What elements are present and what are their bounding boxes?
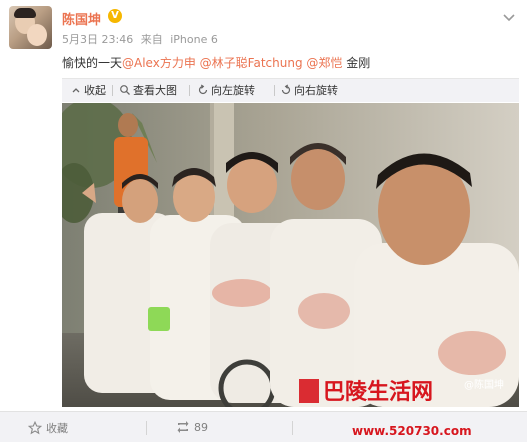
photo-illustration: @陈国坤 巴陵生活网 [62,103,519,407]
post-source[interactable]: iPhone 6 [170,33,218,46]
post-text: 愉快的一天@Alex方力申 @林子聪Fatchung @郑恺 金刚 [62,54,370,71]
post-photo[interactable]: @陈国坤 巴陵生活网 [62,103,519,407]
rotate-right-label: 向右旋转 [294,84,338,97]
post-date[interactable]: 5月3日 23:46 [62,33,133,46]
repost-icon [177,421,189,433]
view-large-label: 查看大图 [133,84,177,97]
avatar[interactable] [9,6,52,49]
media-toolbar: 收起 查看大图 向左旋转 向右旋转 [62,78,519,102]
mention-alex[interactable]: @Alex方力申 [122,56,196,70]
toolbar-divider [189,85,190,96]
post-text-suffix: 金刚 [346,56,371,70]
mention-fatchung[interactable]: @林子聪Fatchung [200,56,303,70]
chevron-down-icon[interactable] [501,9,517,25]
collapse-button[interactable]: 收起 [70,82,106,98]
rotate-left-icon [198,84,208,95]
rotate-right-button[interactable]: 向右旋转 [280,82,338,98]
watermark-url: www.520730.com [352,424,472,438]
mention-zhengkai[interactable]: @郑恺 [306,56,342,70]
magnifier-icon [120,85,130,95]
repost-count: 89 [194,420,208,434]
avatar-face-child [27,24,47,46]
footer-divider [146,421,147,435]
view-large-button[interactable]: 查看大图 [119,82,177,98]
rotate-right-icon [281,84,291,95]
verified-badge-icon: V [108,9,122,23]
toolbar-divider [112,85,113,96]
rotate-left-button[interactable]: 向左旋转 [197,82,255,98]
username-link[interactable]: 陈国坤 [62,9,101,28]
star-icon [28,421,42,435]
repost-button[interactable]: 89 [176,420,208,434]
collapse-arrow-icon [72,88,80,93]
post-source-prefix: 来自 [140,33,163,46]
rotate-left-label: 向左旋转 [211,84,255,97]
favorite-button[interactable]: 收藏 [28,420,68,436]
weibo-post-card: 陈国坤 V 5月3日 23:46 来自 iPhone 6 愉快的一天@Alex方… [0,0,527,442]
watermark-logo-mark [299,379,319,403]
avatar-hair [14,8,36,18]
photo-cup [148,307,170,331]
post-text-prefix: 愉快的一天 [62,56,123,70]
footer-divider [292,421,293,435]
toolbar-divider [274,85,275,96]
watermark-name: 巴陵生活网 [323,379,433,405]
post-meta: 5月3日 23:46 来自 iPhone 6 [62,31,222,47]
photo-credit: @陈国坤 [464,378,504,391]
collapse-label: 收起 [84,84,106,97]
favorite-label: 收藏 [46,422,68,435]
